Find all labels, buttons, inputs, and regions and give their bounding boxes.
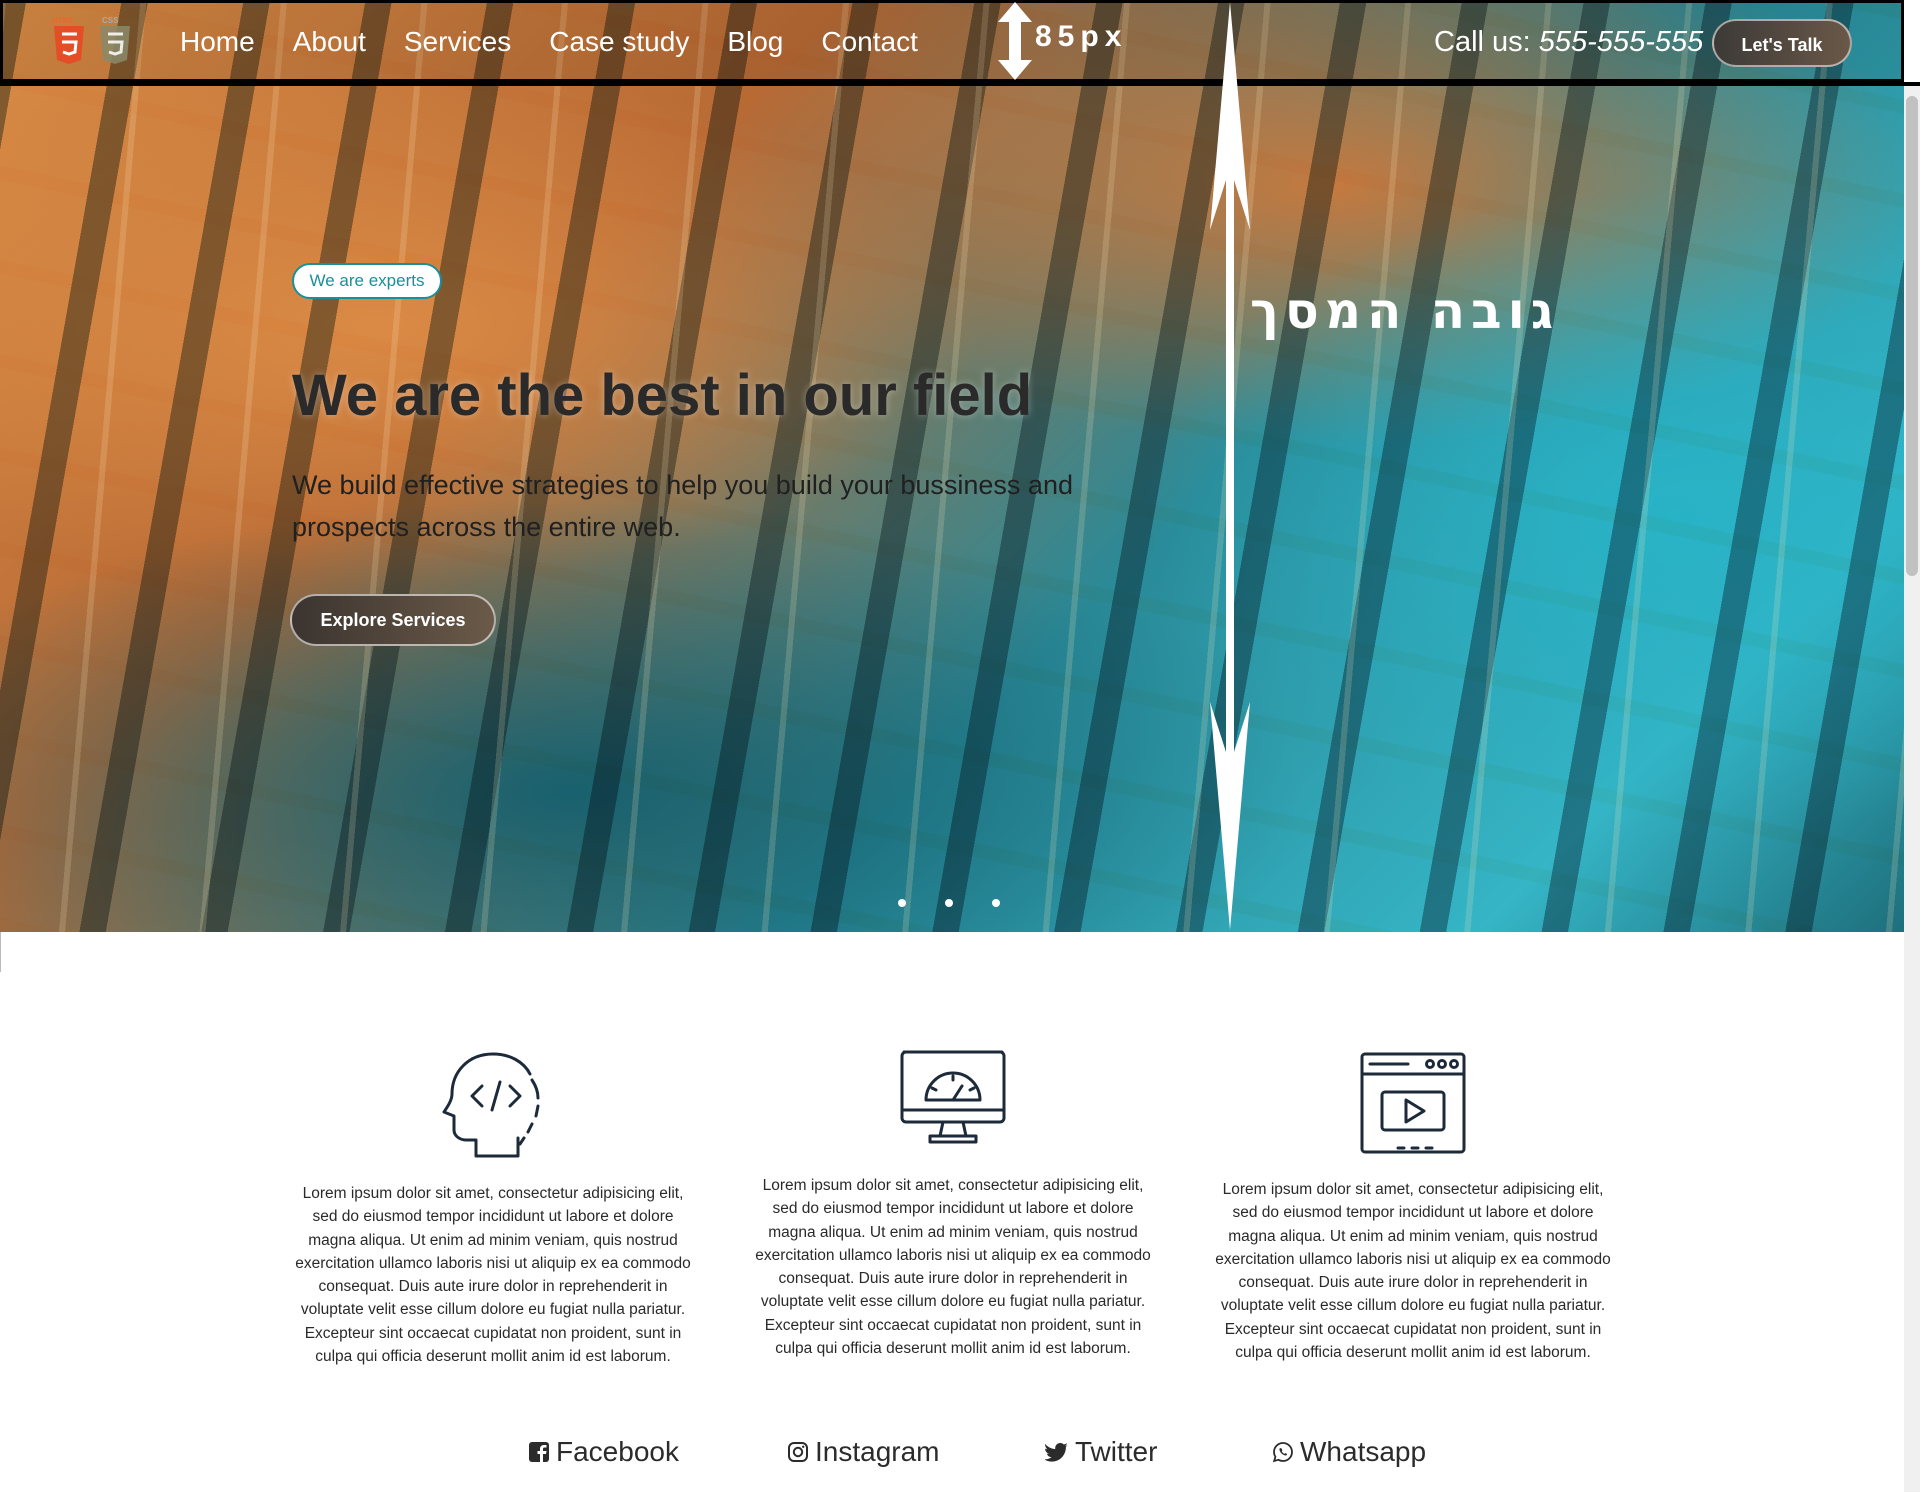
- social-link-facebook[interactable]: Facebook: [528, 1436, 679, 1468]
- css3-shield-icon: [100, 26, 130, 64]
- nav-link-case-study[interactable]: Case study: [549, 22, 689, 62]
- whatsapp-icon: [1272, 1442, 1293, 1463]
- slider-dot[interactable]: [992, 899, 1000, 907]
- nav-height-label: 85px: [1035, 20, 1128, 53]
- slider-dot[interactable]: [898, 899, 906, 907]
- social-label: Facebook: [556, 1436, 679, 1467]
- twitter-icon: [1045, 1443, 1068, 1462]
- social-label: Twitter: [1075, 1436, 1158, 1467]
- slider-dot[interactable]: [945, 899, 953, 907]
- nav-link-services[interactable]: Services: [404, 22, 511, 62]
- call-us-label: Call us:: [1434, 26, 1531, 58]
- feature-card-1: Lorem ipsum dolor sit amet, consectetur …: [288, 1050, 698, 1368]
- call-us: Call us: 555-555-555: [1434, 22, 1703, 62]
- lets-talk-button[interactable]: Let's Talk: [1712, 19, 1852, 67]
- nav-links: Home About Services Case study Blog Cont…: [180, 22, 956, 62]
- social-label: Instagram: [815, 1436, 940, 1467]
- explore-services-button[interactable]: Explore Services: [290, 594, 496, 646]
- slider-dots: [898, 899, 1039, 907]
- hero-subtitle: We build effective strategies to help yo…: [292, 470, 1073, 542]
- code-head-icon: [442, 1052, 540, 1158]
- logo-css-label: CSS: [102, 16, 119, 25]
- html-css-logo[interactable]: HTML CSS: [50, 14, 132, 68]
- experts-badge: We are experts: [292, 263, 442, 299]
- feature-card-3: Lorem ipsum dolor sit amet, consectetur …: [1208, 1050, 1618, 1364]
- screen-height-label: גובה המסך: [1250, 282, 1560, 340]
- feature-text: Lorem ipsum dolor sit amet, consectetur …: [295, 1185, 691, 1366]
- feature-card-2: Lorem ipsum dolor sit amet, consectetur …: [748, 1048, 1158, 1360]
- video-window-icon: [1360, 1052, 1466, 1154]
- scrollbar-thumb[interactable]: [1906, 96, 1918, 576]
- social-label: Whatsapp: [1300, 1436, 1427, 1467]
- navbar-border: [0, 82, 1920, 86]
- screen-height-arrow-icon: [1210, 2, 1250, 930]
- html5-shield-icon: [54, 26, 84, 64]
- nav-link-home[interactable]: Home: [180, 22, 255, 62]
- feature-text: Lorem ipsum dolor sit amet, consectetur …: [755, 1177, 1151, 1358]
- speed-monitor-icon: [900, 1050, 1006, 1144]
- social-link-instagram[interactable]: Instagram: [787, 1436, 940, 1468]
- hero-title: We are the best in our field: [292, 363, 1033, 428]
- nav-link-contact[interactable]: Contact: [821, 22, 918, 62]
- nav-link-blog[interactable]: Blog: [727, 22, 783, 62]
- facebook-icon: [529, 1442, 549, 1462]
- call-us-number[interactable]: 555-555-555: [1539, 26, 1703, 58]
- social-link-whatsapp[interactable]: Whatsapp: [1272, 1436, 1426, 1468]
- nav-link-about[interactable]: About: [293, 22, 366, 62]
- feature-text: Lorem ipsum dolor sit amet, consectetur …: [1215, 1181, 1611, 1362]
- logo-html-label: HTML: [52, 16, 74, 25]
- instagram-icon: [788, 1442, 808, 1462]
- social-link-twitter[interactable]: Twitter: [1045, 1436, 1157, 1468]
